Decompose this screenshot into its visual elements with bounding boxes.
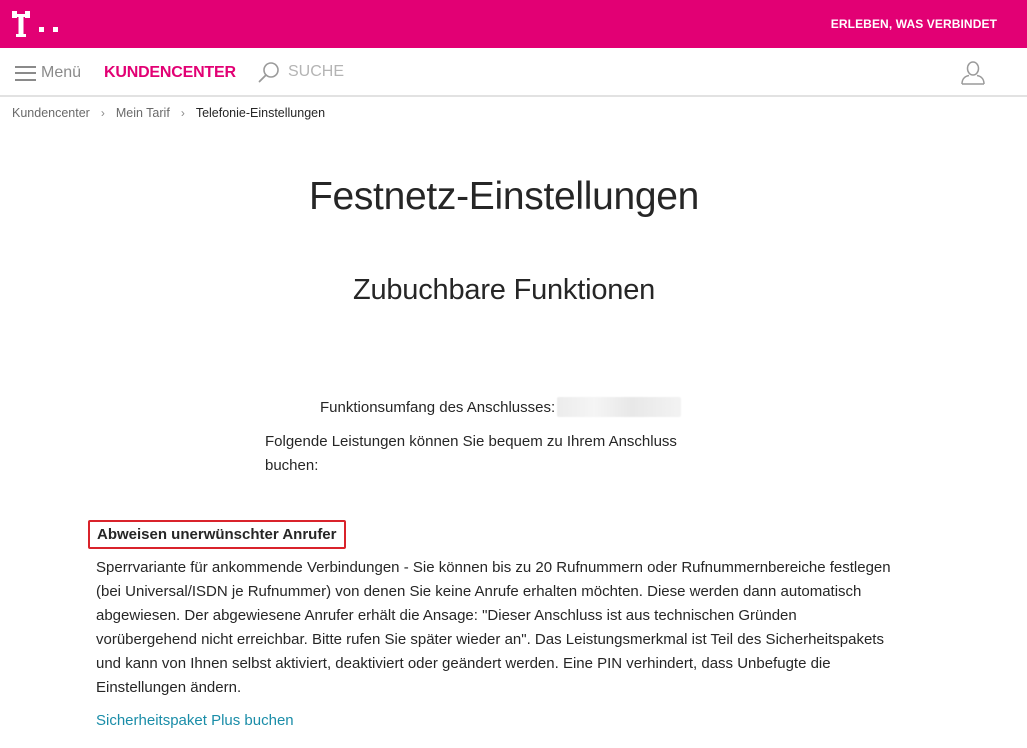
intro-text: Folgende Leistungen können Sie bequem zu… (265, 433, 677, 474)
breadcrumb-item-kundencenter[interactable]: Kundencenter (12, 106, 90, 120)
book-security-package-link[interactable]: Sicherheitspaket Plus buchen (96, 712, 294, 729)
feature-description: Sperrvariante für ankommende Verbindunge… (96, 559, 891, 696)
user-account-icon[interactable] (960, 61, 986, 85)
scope-label: Funktionsumfang des Anschlusses: (320, 398, 556, 416)
hamburger-icon (15, 65, 36, 81)
breadcrumb-current: Telefonie-Einstellungen (195, 106, 326, 120)
main-navbar: Menü KUNDENCENTER SUCHE (0, 48, 1027, 97)
slogan: ERLEBEN, WAS VERBINDET (830, 17, 997, 31)
scope-line: Funktionsumfang des Anschlusses: (320, 397, 682, 417)
redacted-phone-number (557, 397, 682, 417)
telekom-logo-icon[interactable] (12, 11, 66, 37)
breadcrumb: Kundencenter › Mein Tarif › Telefonie-Ei… (12, 106, 325, 120)
menu-label: Menü (41, 64, 82, 81)
top-brand-bar: ERLEBEN, WAS VERBINDET (0, 0, 1027, 48)
menu-button[interactable]: Menü (15, 63, 81, 83)
page-title: Festnetz-Einstellungen (308, 175, 700, 218)
kundencenter-link[interactable]: KUNDENCENTER (104, 64, 236, 82)
breadcrumb-item-mein-tarif[interactable]: Mein Tarif (116, 106, 170, 120)
search-label: SUCHE (288, 63, 345, 80)
feature-title: Abweisen unerwünschter Anrufer (88, 520, 346, 549)
chevron-right-icon: › (180, 106, 185, 120)
search-button[interactable]: SUCHE (258, 60, 344, 84)
search-icon (258, 62, 279, 83)
chevron-right-icon: › (100, 106, 105, 120)
page-subtitle: Zubuchbare Funktionen (352, 274, 656, 306)
